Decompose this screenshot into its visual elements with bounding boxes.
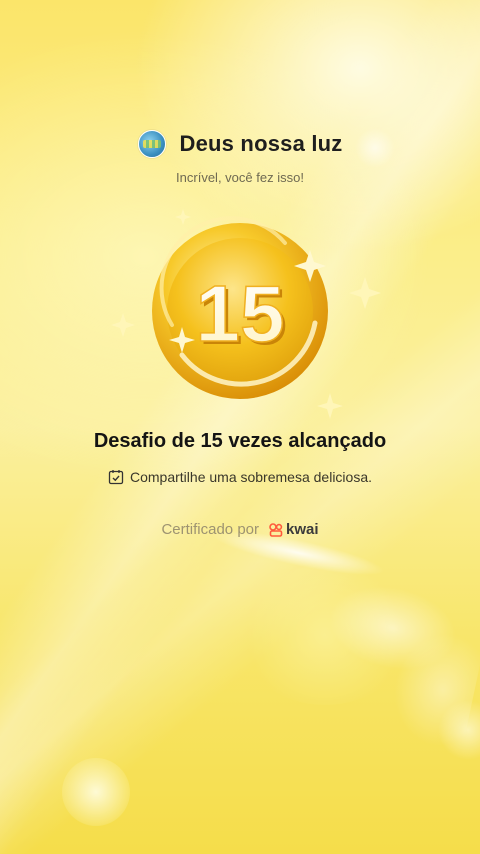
page-title: Deus nossa luz: [179, 131, 343, 156]
subtitle: Incrível, você fez isso!: [176, 170, 304, 185]
bokeh-circle: [62, 758, 130, 826]
bokeh-circle: [240, 565, 410, 705]
achievement-title: Desafio de 15 vezes alcançado: [93, 430, 387, 452]
certified-label: Certificado por: [161, 521, 259, 538]
kwai-brand: kwai: [269, 521, 319, 538]
task-row: Compartilhe uma sobremesa deliciosa.: [0, 469, 480, 485]
calendar-check-icon: [108, 470, 124, 485]
gold-medal-icon: 15 15: [110, 205, 381, 430]
header: Deus nossa luz: [0, 130, 480, 158]
certified-by: Certificado por kwai: [0, 521, 480, 538]
medal-number: 15: [196, 269, 285, 358]
kwai-brand-name: kwai: [286, 521, 319, 538]
avatar[interactable]: [137, 130, 166, 158]
task-text: Compartilhe uma sobremesa deliciosa.: [130, 469, 372, 485]
bokeh-circle: [438, 700, 480, 760]
kwai-logo-icon: [269, 522, 283, 537]
